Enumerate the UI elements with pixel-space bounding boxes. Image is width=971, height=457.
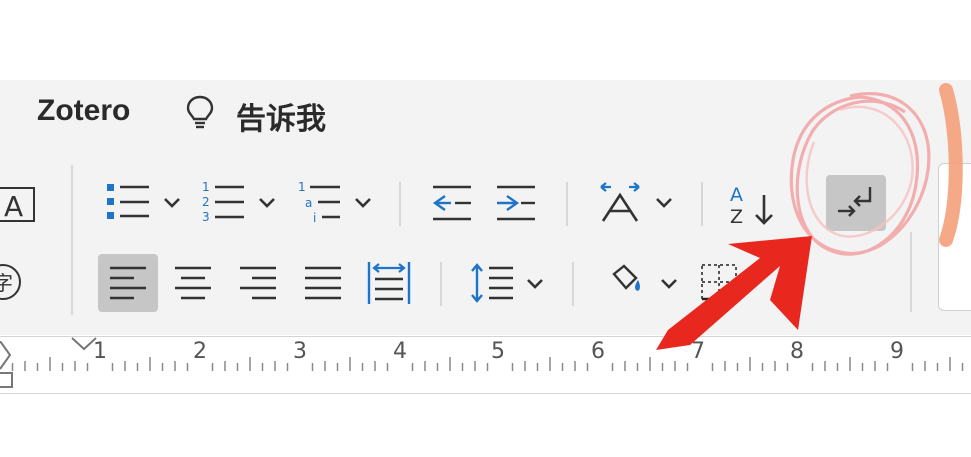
paragraph-direction-icon: [838, 187, 872, 217]
lightbulb-icon[interactable]: [183, 94, 217, 130]
separator: [440, 262, 442, 306]
align-left-icon: [110, 266, 146, 300]
align-right-icon[interactable]: [238, 264, 278, 302]
menu-zotero[interactable]: Zotero: [37, 94, 130, 128]
separator: [399, 182, 401, 226]
separator: [910, 232, 912, 312]
text-direction-icon[interactable]: [597, 181, 643, 225]
separator: [566, 182, 568, 226]
chevron-down-icon[interactable]: [258, 196, 276, 210]
chevron-down-icon[interactable]: [354, 196, 372, 210]
separator: [701, 182, 703, 226]
line-spacing-icon[interactable]: [469, 262, 515, 304]
svg-text:字: 字: [0, 271, 13, 295]
decrease-indent-icon[interactable]: [431, 183, 473, 223]
separator: [71, 165, 73, 315]
separator: [572, 262, 574, 306]
sort-a-label: A: [730, 184, 743, 206]
styles-gallery[interactable]: [938, 163, 971, 311]
svg-text:2: 2: [202, 195, 210, 209]
multilevel-list-icon[interactable]: 1 a i: [296, 179, 342, 225]
horizontal-ruler[interactable]: 1 2 3 4 5 6 7 8 9: [0, 336, 971, 394]
menu-tell-me[interactable]: 告诉我: [236, 94, 326, 138]
chevron-down-icon[interactable]: [655, 196, 673, 210]
svg-text:1: 1: [202, 180, 210, 194]
bullet-list-icon[interactable]: [105, 181, 151, 223]
chevron-down-icon[interactable]: [163, 196, 181, 210]
chevron-down-icon[interactable]: [526, 277, 544, 291]
chevron-down-icon[interactable]: [660, 277, 678, 291]
sort-z-label: Z: [730, 206, 743, 227]
justify-icon[interactable]: [303, 264, 343, 302]
align-center-icon[interactable]: [173, 264, 213, 302]
ruler-ticks: [11, 357, 964, 371]
svg-text:1: 1: [298, 180, 306, 194]
svg-text:a: a: [305, 196, 312, 210]
borders-icon[interactable]: [699, 262, 739, 302]
numbered-list-icon[interactable]: 1 2 3: [200, 179, 246, 225]
shading-icon[interactable]: [606, 262, 646, 300]
distributed-icon[interactable]: [366, 260, 412, 306]
sort-icon[interactable]: A Z: [728, 181, 776, 227]
character-border-icon[interactable]: A: [0, 186, 36, 224]
svg-text:3: 3: [202, 210, 210, 224]
svg-text:A: A: [4, 190, 23, 223]
enclose-character-icon[interactable]: 字: [0, 262, 24, 302]
svg-text:i: i: [313, 211, 316, 225]
increase-indent-icon[interactable]: [495, 183, 537, 223]
